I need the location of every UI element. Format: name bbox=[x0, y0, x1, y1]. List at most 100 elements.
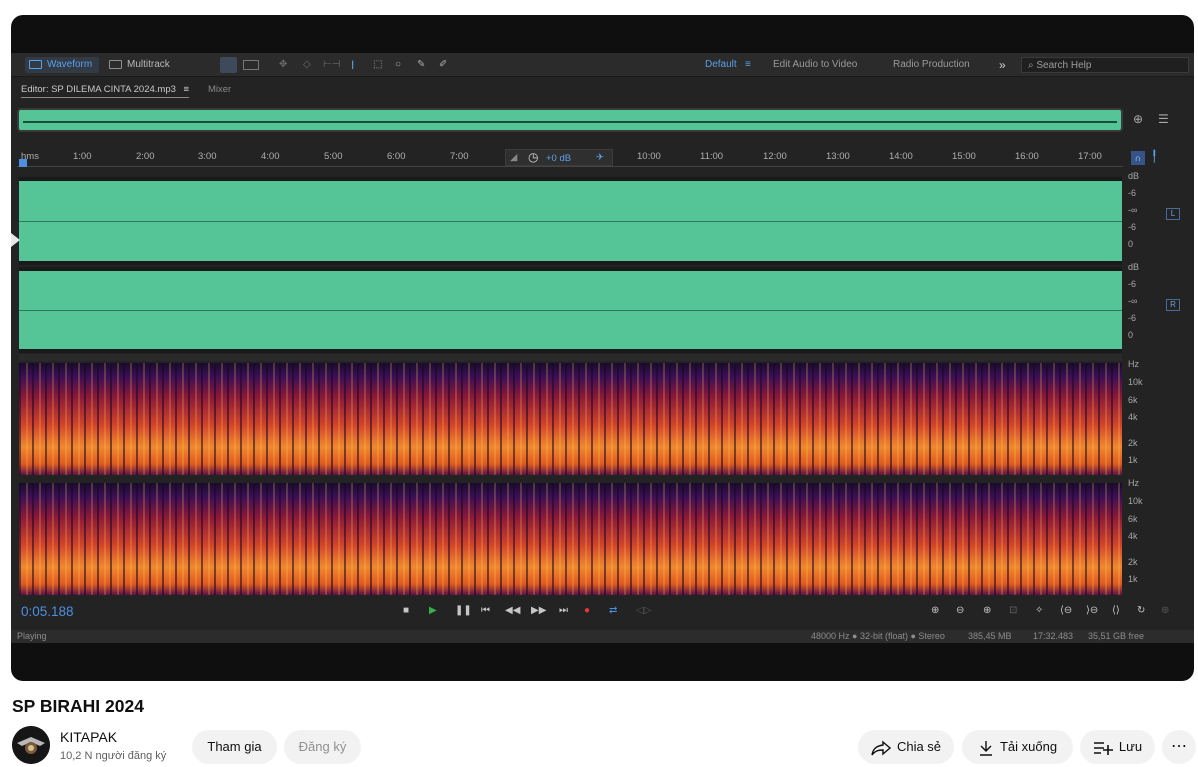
editor-tab[interactable]: Editor: SP DILEMA CINTA 2024.mp3 ≡ bbox=[21, 84, 190, 98]
marquee-tool-icon[interactable]: ⬚ bbox=[373, 57, 382, 73]
zoom-both-icon[interactable]: ⟨⟩ bbox=[1112, 605, 1120, 616]
overview-waveform[interactable] bbox=[17, 108, 1123, 132]
razor-tool-icon[interactable]: ◇ bbox=[303, 57, 311, 73]
reset-zoom-icon[interactable]: ↻ bbox=[1137, 605, 1145, 616]
mixer-tab[interactable]: Mixer bbox=[208, 84, 231, 95]
subscribe-button[interactable]: Đăng ký bbox=[284, 730, 361, 764]
save-to-playlist-button[interactable]: Lưu bbox=[1080, 730, 1155, 764]
move-tool-icon[interactable]: ✥ bbox=[279, 57, 287, 73]
waveform-bottom-edge bbox=[19, 261, 1122, 265]
rewind-button[interactable]: ◀◀ bbox=[505, 605, 520, 616]
zoom-navigator-icon[interactable]: ⊕ bbox=[1133, 112, 1143, 126]
file-duration: 17:32.483 bbox=[1033, 631, 1074, 641]
channel-avatar[interactable] bbox=[12, 726, 50, 764]
previous-button[interactable]: ⏮ bbox=[481, 605, 490, 616]
share-button[interactable]: Chia sẻ bbox=[858, 730, 954, 764]
transport-bar: 0:05.188 ■ ▶ ❚❚ ⏮ ◀◀ ▶▶ ⏭ ● ⇄ ◁▷ ⊕ ⊖ ⊕ ⊡… bbox=[11, 599, 1194, 623]
zoom-selection-icon[interactable]: ✧ bbox=[1035, 605, 1043, 616]
left-channel-waveform[interactable] bbox=[19, 177, 1122, 265]
right-channel-waveform[interactable] bbox=[19, 267, 1122, 353]
panel-menu-icon[interactable]: ≡ bbox=[184, 84, 190, 95]
overview-center-line bbox=[23, 121, 1117, 123]
hz-label: 2k bbox=[1128, 557, 1138, 567]
channel-logo-icon bbox=[12, 726, 50, 764]
hz-label: Hz bbox=[1128, 359, 1139, 369]
skip-selection-button[interactable]: ◁▷ bbox=[636, 605, 651, 616]
waveform-button[interactable]: Waveform bbox=[25, 57, 99, 73]
zoom-out-amplitude-icon[interactable]: ⊖ bbox=[956, 605, 964, 616]
stop-button[interactable]: ■ bbox=[403, 605, 409, 616]
spectral-bands bbox=[19, 363, 1122, 475]
zoom-right-icon[interactable]: ⟩⊖ bbox=[1086, 605, 1098, 616]
spectral-view-icon[interactable] bbox=[220, 57, 237, 73]
ruler-label: 12:00 bbox=[763, 151, 787, 162]
zoom-in-amplitude-icon[interactable]: ⊕ bbox=[931, 605, 939, 616]
channel-name[interactable]: KITAPAK bbox=[60, 729, 117, 745]
db-label: -6 bbox=[1128, 313, 1137, 323]
pin-icon[interactable]: ✈ bbox=[596, 152, 604, 163]
play-button[interactable]: ▶ bbox=[429, 605, 437, 616]
overview-menu-icon[interactable]: ☰ bbox=[1158, 112, 1169, 126]
time-selection-tool-icon[interactable]: I bbox=[351, 57, 354, 73]
ruler-label: 16:00 bbox=[1015, 151, 1039, 162]
zoom-disabled-icon[interactable]: ⊕ bbox=[1161, 605, 1169, 616]
zoom-in-time-icon[interactable]: ⊕ bbox=[983, 605, 991, 616]
db-label: -∞ bbox=[1128, 296, 1138, 306]
multitrack-button[interactable]: Multitrack bbox=[109, 57, 170, 73]
marker-icon[interactable]: ╿ bbox=[1151, 150, 1158, 163]
hz-label: 6k bbox=[1128, 514, 1138, 524]
hud-gain-control[interactable]: ◢ ◷ +0 dB ✈ bbox=[505, 149, 613, 166]
db-label: -6 bbox=[1128, 222, 1137, 232]
db-label: 0 bbox=[1128, 239, 1134, 249]
search-help-field[interactable]: ⌕ Search Help bbox=[1021, 57, 1189, 73]
current-time-display: 0:05.188 bbox=[21, 604, 74, 619]
more-workspaces-button[interactable]: » bbox=[999, 57, 1006, 73]
spectral-bands bbox=[19, 483, 1122, 595]
sample-format: 48000 Hz ● 32-bit (float) ● Stereo bbox=[811, 631, 945, 641]
slip-tool-icon[interactable]: ⊢⊣ bbox=[323, 57, 340, 73]
editor-panel-tabs: Editor: SP DILEMA CINTA 2024.mp3 ≡ Mixer bbox=[11, 79, 1194, 99]
download-button[interactable]: Tải xuống bbox=[962, 730, 1073, 764]
gain-knob-icon[interactable]: ◷ bbox=[528, 150, 538, 164]
workspace-default[interactable]: Default bbox=[705, 57, 737, 73]
video-player[interactable]: Waveform Multitrack ✥ ◇ ⊢⊣ I ⬚ ○ ✎ ✐ Def… bbox=[11, 15, 1194, 681]
volume-icon: ◢ bbox=[510, 152, 518, 163]
zoom-left-icon[interactable]: ⟨⊖ bbox=[1060, 605, 1072, 616]
db-label: -6 bbox=[1128, 279, 1137, 289]
record-button[interactable]: ● bbox=[584, 605, 590, 616]
join-button[interactable]: Tham gia bbox=[192, 730, 277, 764]
right-channel-toggle[interactable]: R bbox=[1166, 299, 1180, 311]
loop-button[interactable]: ⇄ bbox=[609, 605, 617, 616]
playhead-icon[interactable] bbox=[19, 159, 27, 167]
hz-label: 2k bbox=[1128, 438, 1138, 448]
spot-healing-tool-icon[interactable]: ✐ bbox=[439, 57, 447, 73]
right-spectral-display[interactable] bbox=[19, 483, 1122, 595]
ruler-label: 7:00 bbox=[450, 151, 469, 162]
waveform-center-line bbox=[19, 221, 1122, 222]
next-button[interactable]: ⏭ bbox=[559, 605, 568, 616]
left-spectral-display[interactable] bbox=[19, 363, 1122, 475]
fast-forward-button[interactable]: ▶▶ bbox=[531, 605, 546, 616]
workspace-menu-icon[interactable]: ≡ bbox=[745, 57, 751, 73]
left-channel-toggle[interactable]: L bbox=[1166, 208, 1180, 220]
snap-icon[interactable]: ∩ bbox=[1131, 151, 1145, 165]
hz-label: Hz bbox=[1128, 478, 1139, 488]
file-size: 385,45 MB bbox=[968, 631, 1012, 641]
db-scale-right: dB -6 -∞ -6 0 bbox=[1128, 262, 1168, 352]
workspace-radio-production[interactable]: Radio Production bbox=[893, 57, 970, 73]
pitch-view-icon[interactable] bbox=[243, 60, 259, 70]
time-ruler[interactable]: hms 1:00 2:00 3:00 4:00 5:00 6:00 7:00 ◢… bbox=[17, 149, 1123, 167]
zoom-out-full-icon[interactable]: ⊡ bbox=[1009, 605, 1017, 616]
more-actions-button[interactable]: ⋯ bbox=[1162, 730, 1196, 764]
brush-tool-icon[interactable]: ✎ bbox=[417, 57, 425, 73]
audition-window: Waveform Multitrack ✥ ◇ ⊢⊣ I ⬚ ○ ✎ ✐ Def… bbox=[11, 53, 1194, 643]
ruler-label: 4:00 bbox=[261, 151, 280, 162]
pause-button[interactable]: ❚❚ bbox=[455, 605, 472, 616]
view-splitter[interactable] bbox=[19, 354, 1122, 361]
waveform-icon bbox=[29, 59, 42, 69]
workspace-edit-audio-to-video[interactable]: Edit Audio to Video bbox=[773, 57, 857, 73]
share-icon bbox=[871, 740, 892, 756]
lasso-tool-icon[interactable]: ○ bbox=[395, 57, 401, 73]
multitrack-icon bbox=[109, 59, 122, 69]
playlist-add-icon bbox=[1093, 741, 1113, 755]
